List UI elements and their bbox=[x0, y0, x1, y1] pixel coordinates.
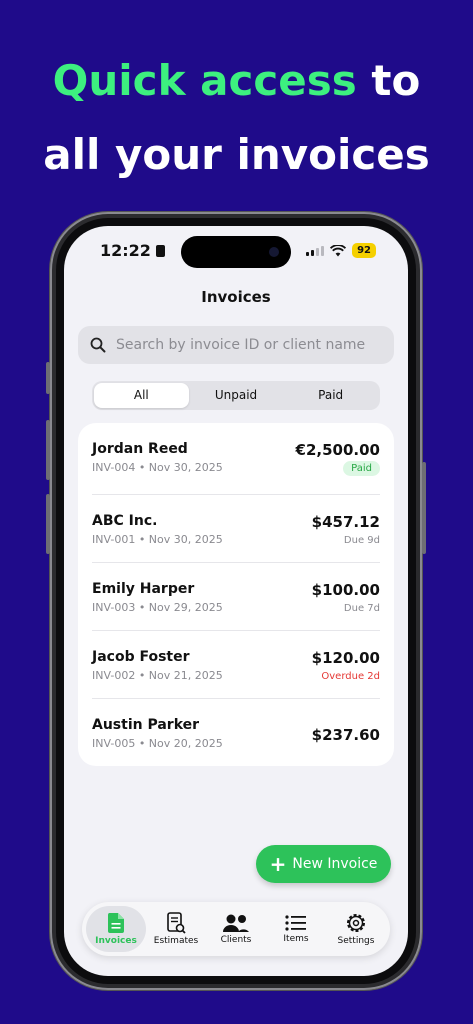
people-icon bbox=[223, 914, 249, 932]
invoice-meta: INV-004 • Nov 30, 2025 bbox=[92, 461, 223, 474]
invoice-amount: $457.12 bbox=[311, 513, 380, 531]
invoice-row[interactable]: Emily Harper INV-003 • Nov 29, 2025 $100… bbox=[92, 563, 380, 631]
status-badge: Paid bbox=[343, 461, 380, 476]
status-icons: 92 bbox=[306, 243, 376, 258]
status-time: 12:22 bbox=[100, 241, 165, 260]
new-invoice-label: New Invoice bbox=[292, 856, 378, 872]
tab-label: Settings bbox=[337, 936, 375, 946]
headline-line-1: Quick access to bbox=[0, 56, 473, 105]
signal-icon bbox=[306, 245, 325, 256]
status-badge: Due 9d bbox=[343, 535, 380, 546]
tab-estimates[interactable]: Estimates bbox=[146, 906, 206, 952]
invoice-meta: INV-005 • Nov 20, 2025 bbox=[92, 737, 223, 750]
headline-rest: to bbox=[356, 56, 421, 105]
id-card-icon bbox=[155, 245, 165, 257]
volume-down-button bbox=[46, 494, 50, 554]
battery-indicator: 92 bbox=[352, 243, 376, 258]
client-name: Jacob Foster bbox=[92, 649, 190, 665]
client-name: ABC Inc. bbox=[92, 513, 158, 529]
app-screen: 12:22 92 Invoices All Unpaid Paid Jordan… bbox=[64, 226, 408, 976]
invoice-meta: INV-003 • Nov 29, 2025 bbox=[92, 601, 223, 614]
invoice-row[interactable]: ABC Inc. INV-001 • Nov 30, 2025 $457.12 … bbox=[92, 495, 380, 563]
page-title: Invoices bbox=[201, 288, 271, 306]
search-input[interactable] bbox=[114, 336, 378, 354]
tab-label: Estimates bbox=[153, 936, 199, 946]
tab-label: Items bbox=[283, 934, 309, 944]
invoice-amount: $237.60 bbox=[311, 726, 380, 744]
tab-invoices[interactable]: Invoices bbox=[86, 906, 146, 952]
headline-accent: Quick access bbox=[52, 56, 357, 105]
status-filter: All Unpaid Paid bbox=[92, 381, 380, 410]
dynamic-island bbox=[181, 236, 291, 268]
headline-line-2: all your invoices bbox=[43, 130, 430, 179]
gear-icon bbox=[347, 914, 365, 932]
client-name: Emily Harper bbox=[92, 581, 195, 597]
filter-unpaid[interactable]: Unpaid bbox=[189, 383, 284, 408]
power-button bbox=[422, 462, 426, 554]
camera-icon bbox=[269, 247, 279, 257]
list-icon bbox=[285, 915, 306, 931]
action-button bbox=[46, 362, 50, 394]
invoice-row[interactable]: Jordan Reed INV-004 • Nov 30, 2025 €2,50… bbox=[92, 423, 380, 495]
invoice-amount: €2,500.00 bbox=[295, 441, 380, 459]
search-icon bbox=[90, 337, 106, 353]
tab-label: Clients bbox=[220, 935, 252, 945]
client-name: Austin Parker bbox=[92, 717, 200, 733]
document-icon bbox=[107, 913, 124, 933]
invoice-meta: INV-002 • Nov 21, 2025 bbox=[92, 669, 223, 682]
status-badge: Overdue 2d bbox=[321, 671, 380, 682]
filter-all[interactable]: All bbox=[94, 383, 189, 408]
wifi-icon bbox=[330, 244, 347, 256]
invoice-amount: $120.00 bbox=[311, 649, 380, 667]
filter-paid[interactable]: Paid bbox=[283, 383, 378, 408]
tab-settings[interactable]: Settings bbox=[326, 906, 386, 952]
invoice-list: Jordan Reed INV-004 • Nov 30, 2025 €2,50… bbox=[78, 423, 394, 766]
estimate-icon bbox=[167, 912, 186, 934]
volume-up-button bbox=[46, 420, 50, 480]
status-badge: Due 7d bbox=[343, 603, 380, 614]
tab-label: Invoices bbox=[95, 936, 137, 946]
new-invoice-button[interactable]: + New Invoice bbox=[256, 845, 391, 883]
tab-bar: Invoices Estimates Clients Items Setting… bbox=[82, 902, 390, 956]
invoice-meta: INV-001 • Nov 30, 2025 bbox=[92, 533, 223, 546]
tab-clients[interactable]: Clients bbox=[206, 906, 266, 952]
client-name: Jordan Reed bbox=[92, 441, 188, 457]
tab-items[interactable]: Items bbox=[266, 906, 326, 952]
invoice-row[interactable]: Jacob Foster INV-002 • Nov 21, 2025 $120… bbox=[92, 631, 380, 699]
plus-icon: + bbox=[269, 852, 287, 876]
invoice-row[interactable]: Austin Parker INV-005 • Nov 20, 2025 $23… bbox=[92, 699, 380, 766]
search-bar[interactable] bbox=[78, 326, 394, 364]
invoice-amount: $100.00 bbox=[311, 581, 380, 599]
